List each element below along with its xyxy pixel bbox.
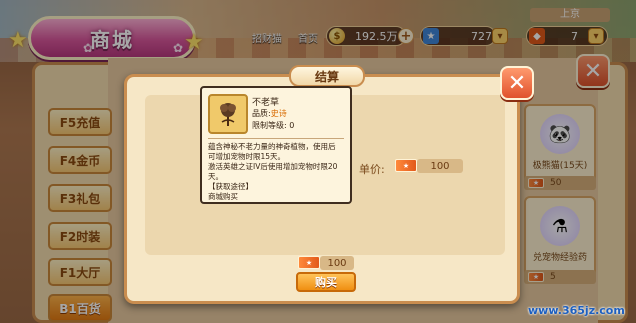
item-name: 不老草 [252,98,280,108]
divider [208,138,344,139]
description-line: 激活英雄之证IV后使用增加宠物时限20 [208,162,338,171]
description-line: 可增加宠物时限15天。 [208,152,286,161]
herb-icon [208,94,248,134]
item-level: 限制等级: 0 [252,120,294,131]
item-tooltip: 不老草 品质:史诗 限制等级: 0 蕴含神秘不老力量的神奇植物，使用后 可增加宠… [200,86,352,204]
quality-value: 史诗 [270,109,287,118]
total-price-value: 100 [320,256,354,270]
item-description: 蕴含神秘不老力量的神奇植物，使用后 可增加宠物时限15天。 激活英雄之证IV后使… [208,142,348,202]
description-line: 商城购买 [208,192,238,201]
level-label: 限制等级: [252,121,287,130]
buy-button[interactable]: 购买 [296,272,356,292]
dialog-title: 结算 [289,65,365,87]
unit-price-label: 单价: [359,163,385,176]
description-line: 蕴含神秘不老力量的神奇植物，使用后 [208,142,336,151]
description-line: 天。 [208,172,223,181]
level-value: 0 [289,121,295,130]
item-quality: 品质:史诗 [252,108,287,119]
ticket-icon: ★ [395,159,417,172]
quality-label: 品质: [252,109,271,118]
watermark: www.365jz.com [528,304,625,317]
ticket-icon: ★ [298,256,320,269]
description-line: 【获取途径】 [208,182,253,191]
dialog-close-button[interactable]: ✕ [500,66,534,100]
unit-price-value: 100 [417,159,463,173]
